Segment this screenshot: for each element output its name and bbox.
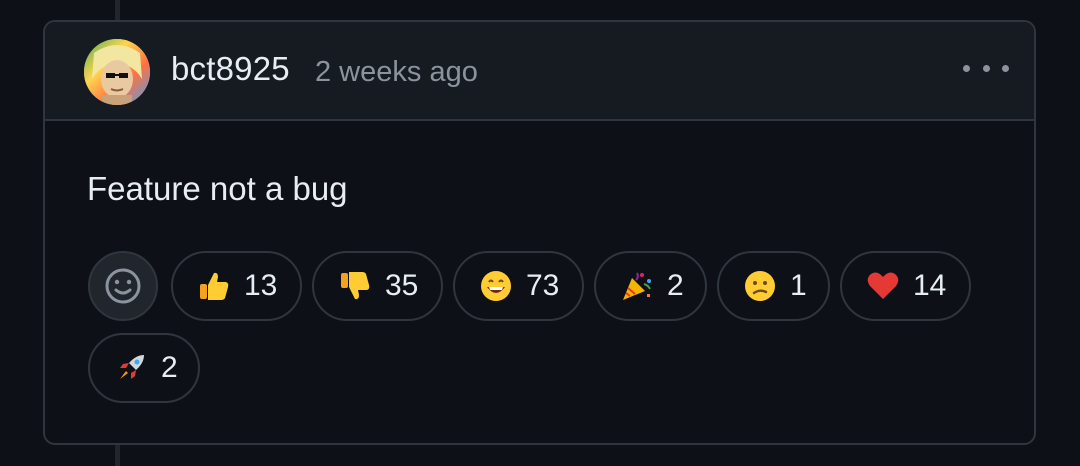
add-reaction-button[interactable]: [88, 251, 158, 321]
reaction-count: 1: [790, 269, 807, 302]
dot: [963, 64, 970, 72]
reaction-confused[interactable]: 1: [717, 251, 830, 321]
reaction-thumbs-up[interactable]: 13: [171, 251, 302, 321]
dot: [982, 64, 990, 72]
reaction-hooray[interactable]: 2: [594, 251, 707, 321]
comment-card: bct8925 2 weeks ago Feature not a bug 13: [43, 20, 1036, 445]
avatar[interactable]: [84, 39, 150, 105]
smiley-icon: [105, 268, 141, 304]
heart-icon: [865, 268, 901, 304]
thumbs-up-icon: [196, 268, 232, 304]
laugh-icon: [478, 268, 514, 304]
confused-face-icon: [742, 268, 778, 304]
party-popper-icon: [619, 268, 655, 304]
rocket-icon: [113, 350, 149, 386]
reaction-count: 35: [385, 269, 419, 302]
author-name[interactable]: bct8925: [171, 50, 290, 88]
reaction-count: 2: [161, 351, 178, 384]
reaction-count: 2: [667, 269, 684, 302]
dot: [1002, 64, 1009, 72]
reaction-rocket[interactable]: 2: [88, 333, 200, 403]
comment-timestamp[interactable]: 2 weeks ago: [315, 56, 478, 89]
kebab-menu-icon[interactable]: [963, 60, 1009, 76]
reaction-count: 13: [244, 269, 278, 302]
reaction-count: 14: [913, 269, 947, 302]
reaction-heart[interactable]: 14: [840, 251, 971, 321]
thumbs-down-icon: [337, 268, 373, 304]
comment-header: bct8925 2 weeks ago: [45, 22, 1034, 121]
reaction-laugh[interactable]: 73: [453, 251, 584, 321]
reaction-thumbs-down[interactable]: 35: [312, 251, 443, 321]
reaction-count: 73: [526, 269, 560, 302]
comment-body: Feature not a bug: [87, 170, 348, 207]
